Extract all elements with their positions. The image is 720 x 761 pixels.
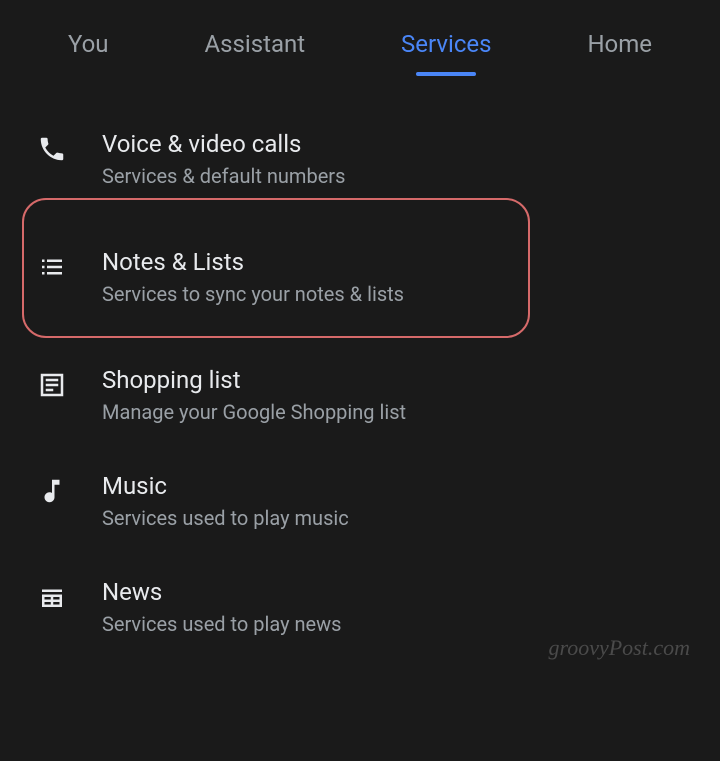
item-subtitle: Services used to play news: [102, 612, 690, 636]
item-subtitle: Services & default numbers: [102, 164, 690, 188]
item-title: Shopping list: [102, 366, 690, 394]
list-icon: [30, 252, 74, 282]
music-note-icon: [30, 476, 74, 506]
item-text: Voice & video calls Services & default n…: [102, 130, 690, 188]
tab-bar: You Assistant Services Home: [0, 0, 720, 86]
phone-icon: [30, 134, 74, 164]
list-item-music[interactable]: Music Services used to play music: [0, 448, 720, 554]
item-title: Voice & video calls: [102, 130, 690, 158]
item-subtitle: Services to sync your notes & lists: [102, 282, 690, 306]
item-text: Notes & Lists Services to sync your note…: [102, 248, 690, 306]
item-subtitle: Services used to play music: [102, 506, 690, 530]
item-text: Shopping list Manage your Google Shoppin…: [102, 366, 690, 424]
list-item-news[interactable]: News Services used to play news: [0, 554, 720, 660]
tab-home[interactable]: Home: [581, 20, 658, 76]
list-item-voice-video-calls[interactable]: Voice & video calls Services & default n…: [0, 106, 720, 212]
list-item-notes-lists[interactable]: Notes & Lists Services to sync your note…: [0, 212, 720, 342]
list-item-shopping-list[interactable]: Shopping list Manage your Google Shoppin…: [0, 342, 720, 448]
item-subtitle: Manage your Google Shopping list: [102, 400, 690, 424]
item-text: Music Services used to play music: [102, 472, 690, 530]
news-icon: [30, 582, 74, 612]
tab-you[interactable]: You: [62, 20, 115, 76]
item-text: News Services used to play news: [102, 578, 690, 636]
item-title: Notes & Lists: [102, 248, 690, 276]
settings-list: Voice & video calls Services & default n…: [0, 86, 720, 680]
tab-services[interactable]: Services: [395, 20, 497, 76]
item-title: Music: [102, 472, 690, 500]
document-icon: [30, 370, 74, 400]
item-title: News: [102, 578, 690, 606]
tab-assistant[interactable]: Assistant: [198, 20, 311, 76]
